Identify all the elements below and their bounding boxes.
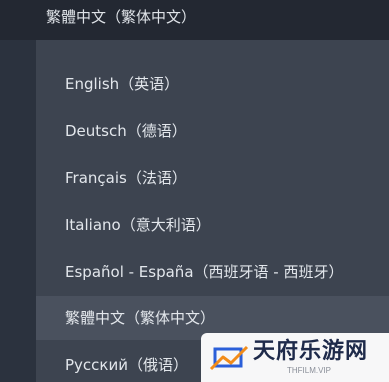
- watermark-logo-icon: [209, 345, 249, 371]
- language-option-label: Italiano（意大利语）: [65, 216, 211, 234]
- language-option-label: Français（法语）: [65, 169, 187, 187]
- language-option-label: Русский（俄语）: [65, 356, 188, 374]
- language-option-label: Español - España（西班牙语 - 西班牙）: [65, 263, 344, 281]
- language-dropdown-value: 繁體中文（繁体中文）: [46, 8, 197, 26]
- language-option-french[interactable]: Français（法语）: [36, 156, 389, 200]
- options-scrollbar[interactable]: [381, 40, 389, 382]
- language-option-label: Deutsch（德语）: [65, 122, 187, 140]
- watermark-subtitle: THFILM.VIP: [287, 366, 332, 375]
- language-option-label: English（英语）: [65, 75, 180, 93]
- watermark-title: 天府乐游网: [253, 339, 369, 364]
- language-dropdown[interactable]: 繁體中文（繁体中文）: [0, 0, 389, 40]
- language-options-list[interactable]: English（英语） Deutsch（德语） Français（法语） Ita…: [36, 40, 389, 382]
- language-option-english[interactable]: English（英语）: [36, 62, 389, 106]
- language-option-label: 繁體中文（繁体中文）: [65, 309, 216, 327]
- language-option-german[interactable]: Deutsch（德语）: [36, 109, 389, 153]
- language-option-spanish-spain[interactable]: Español - España（西班牙语 - 西班牙）: [36, 250, 389, 294]
- site-watermark: 天府乐游网 THFILM.VIP: [201, 333, 389, 382]
- language-option-italian[interactable]: Italiano（意大利语）: [36, 203, 389, 247]
